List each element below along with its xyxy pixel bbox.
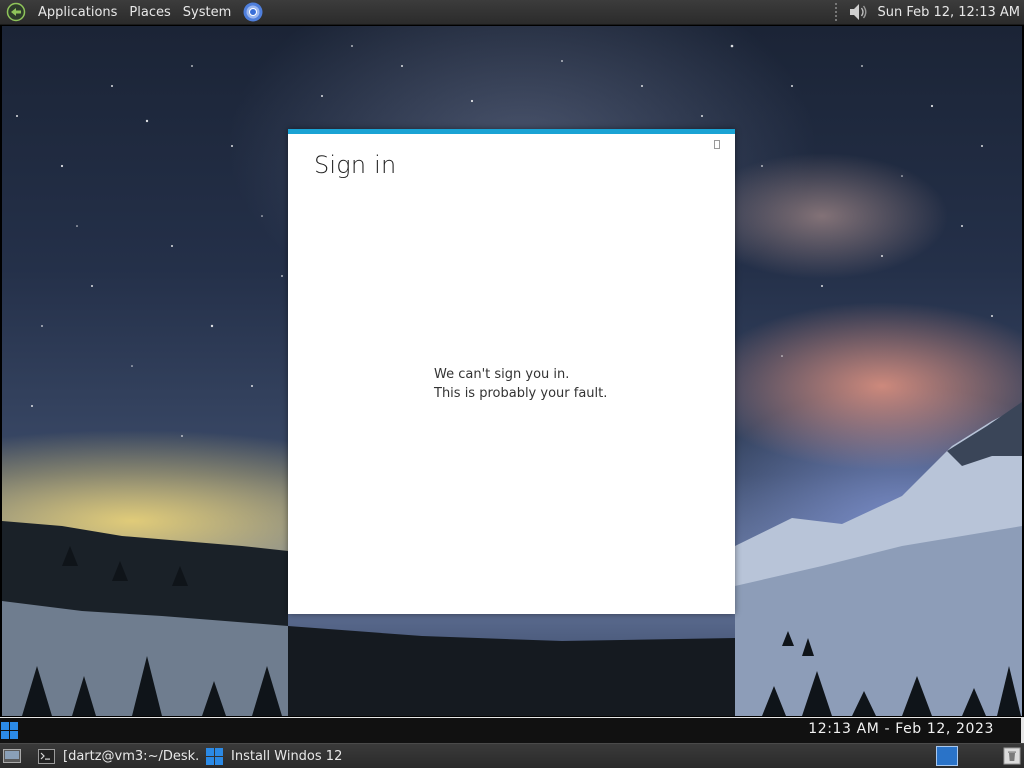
show-desktop-icon[interactable] [3, 748, 21, 764]
close-icon[interactable] [714, 140, 720, 149]
forest-strip [288, 626, 735, 716]
trash-icon[interactable] [1003, 747, 1021, 765]
signin-message-line1: We can't sign you in. [434, 367, 570, 382]
system-menu[interactable]: System [177, 0, 237, 25]
taskbar-item-label: Install Windos 12 [231, 748, 343, 764]
signin-window: Sign in We can't sign you in. This is pr… [288, 129, 735, 614]
distro-logo-icon[interactable] [6, 2, 26, 22]
taskbar: [dartz@vm3:~/Desk... Install Windos 12 [0, 743, 1024, 768]
top-panel-tray: Sun Feb 12, 12:13 AM [835, 0, 1024, 25]
top-panel-clock[interactable]: Sun Feb 12, 12:13 AM [877, 5, 1024, 20]
workspace-switcher[interactable] [936, 746, 958, 766]
window-accent-bar [288, 129, 735, 134]
top-panel: Applications Places System Sun Feb 12, 1… [0, 0, 1024, 25]
clock-bar: 12:13 AM - Feb 12, 2023 [0, 717, 1024, 743]
places-menu[interactable]: Places [123, 0, 176, 25]
signin-title: Sign in [314, 151, 397, 179]
speaker-volume-icon[interactable] [847, 1, 869, 23]
screen: Applications Places System Sun Feb 12, 1… [0, 0, 1024, 768]
chromium-browser-icon[interactable] [243, 2, 263, 22]
signin-message-line2: This is probably your fault. [434, 386, 608, 401]
windows-start-icon[interactable] [1, 722, 18, 739]
taskbar-item-label: [dartz@vm3:~/Desk... [63, 748, 200, 764]
signin-message: We can't sign you in. This is probably y… [434, 365, 607, 403]
bottom-clock[interactable]: 12:13 AM - Feb 12, 2023 [808, 721, 994, 737]
applications-menu[interactable]: Applications [32, 0, 123, 25]
taskbar-item-terminal[interactable]: [dartz@vm3:~/Desk... [38, 745, 200, 767]
panel-handle [835, 3, 841, 21]
windows-logo-icon [206, 747, 223, 765]
terminal-icon [38, 748, 55, 764]
taskbar-item-installer[interactable]: Install Windos 12 [206, 745, 406, 767]
